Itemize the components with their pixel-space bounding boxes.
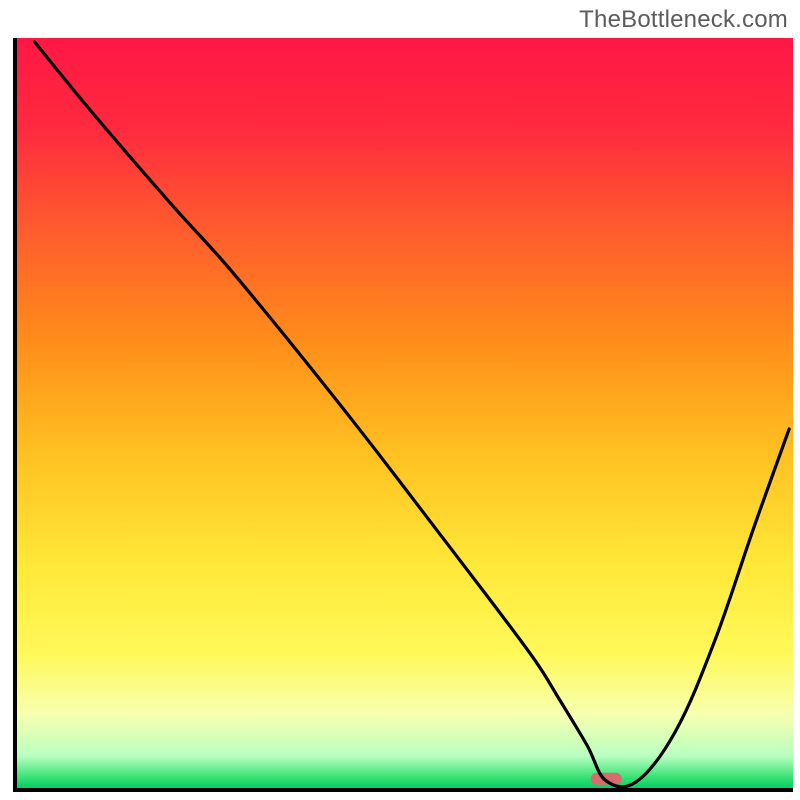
bottleneck-chart: TheBottleneck.com [0,0,800,800]
gradient-background [15,38,793,790]
watermark-text: TheBottleneck.com [579,6,788,34]
chart-svg [0,0,800,800]
